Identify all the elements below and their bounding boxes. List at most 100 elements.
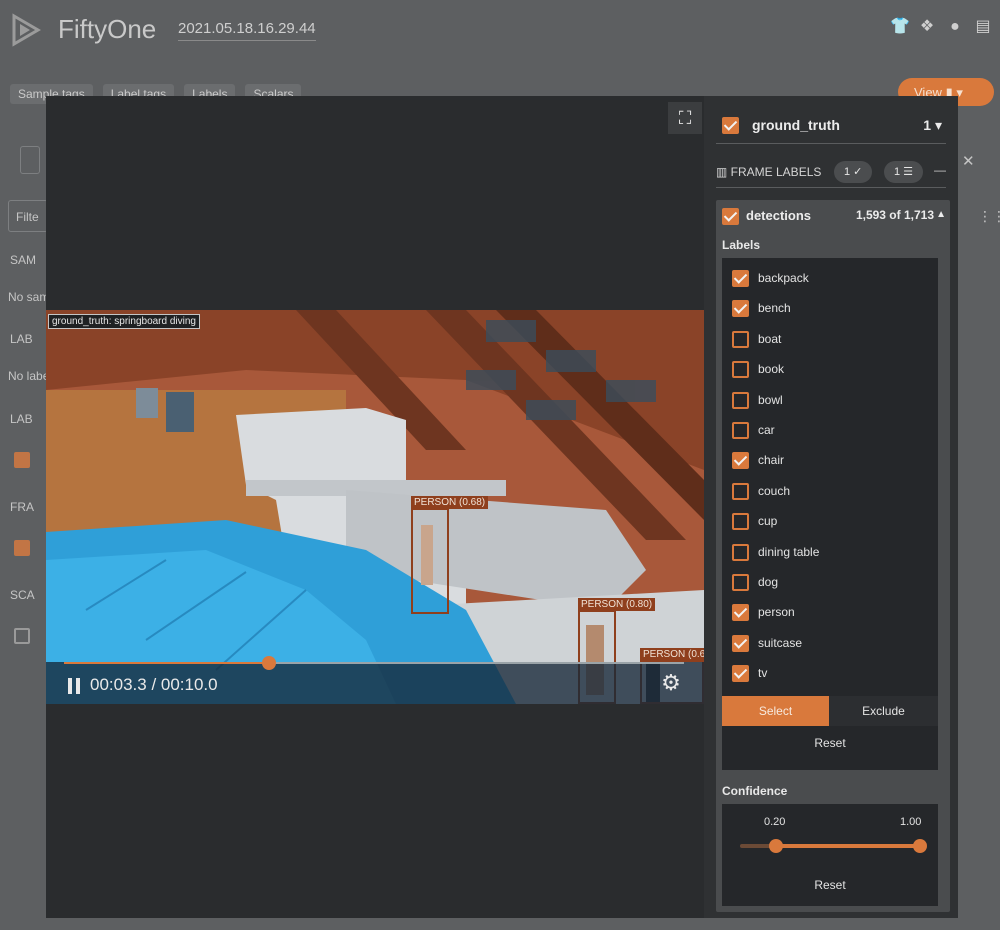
- confidence-min-label: 0.20: [764, 816, 786, 828]
- video-controls: 00:03.3 / 00:10.0 ⚙: [46, 656, 704, 704]
- section-scalars: SCA: [10, 588, 35, 602]
- detection-box[interactable]: [411, 508, 449, 614]
- detections-panel: detections 1,593 of 1,713 ▲ Labels tv sui…: [716, 200, 950, 912]
- label-option-row[interactable]: book: [732, 355, 932, 385]
- label-checkbox[interactable]: [732, 604, 749, 622]
- section-label-tags: LAB: [10, 332, 33, 346]
- reset-labels-button[interactable]: Reset: [722, 736, 938, 750]
- pause-icon[interactable]: [68, 678, 82, 694]
- detections-count: 1,593 of 1,713: [855, 208, 934, 222]
- label-option-row[interactable]: backpack: [732, 264, 932, 294]
- timeline-slider[interactable]: [64, 656, 684, 670]
- label-option-text: couch: [758, 483, 791, 498]
- label-checkbox[interactable]: [732, 330, 749, 348]
- empty-text: No sam: [8, 290, 50, 304]
- github-icon[interactable]: ●: [946, 18, 964, 36]
- label-option-text: book: [758, 362, 785, 377]
- detection-label: PERSON (0.80): [578, 598, 656, 611]
- bg-checkbox[interactable]: [14, 452, 30, 468]
- label-option-text: car: [758, 423, 775, 437]
- bg-checkbox[interactable]: [14, 540, 30, 556]
- pager-button[interactable]: [20, 146, 40, 174]
- filter-labels-pill[interactable]: 1 ☰: [884, 161, 924, 183]
- reset-confidence-button[interactable]: Reset: [722, 878, 938, 892]
- label-checkbox[interactable]: [732, 574, 749, 591]
- label-option-text: backpack: [758, 271, 809, 285]
- ground-truth-count[interactable]: 1 ▾: [923, 117, 942, 134]
- label-checkbox[interactable]: [732, 482, 749, 500]
- section-labels: LAB: [10, 412, 33, 426]
- bg-checkbox[interactable]: [14, 628, 30, 644]
- frame-labels-title: ▥ FRAME LABELS: [716, 165, 822, 179]
- section-frame-labels: FRA: [10, 500, 34, 514]
- label-option-row[interactable]: couch: [732, 477, 932, 507]
- confidence-title: Confidence: [722, 784, 788, 798]
- pill-count: 1: [844, 166, 851, 178]
- label-option-row[interactable]: bowl: [732, 386, 932, 416]
- sample-modal: ⛶ ground_truth: springboard diving PERSO…: [46, 96, 958, 918]
- label-checkbox[interactable]: [732, 452, 749, 470]
- label-option-text: suitcase: [758, 635, 803, 650]
- label-checkbox[interactable]: [732, 270, 749, 287]
- show-labels-pill[interactable]: 1 ✓: [834, 161, 873, 183]
- empty-text: No labe: [8, 369, 50, 383]
- label-option-row[interactable]: boat: [732, 325, 932, 355]
- confidence-max-label: 1.00: [900, 816, 922, 828]
- close-icon[interactable]: ✕: [962, 152, 975, 170]
- pill-count: 1: [894, 166, 901, 178]
- grid-icon[interactable]: ⋮⋮: [978, 208, 1000, 225]
- label-option-row[interactable]: cup: [732, 507, 932, 537]
- section-sample-tags: SAM: [10, 253, 37, 267]
- label-option-text: chair: [758, 453, 785, 468]
- label-option-row[interactable]: dining table: [732, 538, 932, 568]
- label-checkbox[interactable]: [732, 422, 749, 439]
- label-option-text: dog: [758, 575, 779, 589]
- tshirt-icon[interactable]: 👕: [890, 18, 910, 36]
- frame-labels-header: ▥ FRAME LABELS 1 ✓ 1 ☰ —: [716, 158, 946, 188]
- detections-checkbox[interactable]: [722, 208, 739, 225]
- chevron-up-icon[interactable]: ▲: [936, 209, 946, 220]
- label-option-text: dining table: [758, 544, 820, 559]
- timeline-handle[interactable]: [261, 656, 276, 670]
- fullscreen-icon[interactable]: ⛶: [668, 102, 702, 134]
- ground-truth-checkbox[interactable]: [722, 117, 739, 134]
- label-option-text: cup: [758, 514, 778, 529]
- labels-title: Labels: [722, 238, 761, 252]
- video-frame[interactable]: ground_truth: springboard diving PERSON …: [46, 310, 704, 704]
- select-button[interactable]: Select: [722, 696, 829, 726]
- confidence-slider[interactable]: [740, 839, 927, 853]
- app-title: FiftyOne: [58, 14, 157, 44]
- fiftyone-logo-icon: [12, 13, 41, 47]
- exclude-button[interactable]: Exclude: [829, 696, 938, 726]
- confidence-min-handle[interactable]: [769, 839, 783, 853]
- label-checkbox[interactable]: [732, 665, 749, 683]
- ground-truth-name: ground_truth: [752, 117, 840, 133]
- settings-gear-icon[interactable]: ⚙: [658, 670, 684, 696]
- label-checkbox[interactable]: [732, 300, 749, 318]
- label-checkbox[interactable]: [732, 391, 749, 409]
- label-checkbox[interactable]: [732, 543, 749, 561]
- ground-truth-count-value: 1: [923, 117, 932, 133]
- collapse-icon[interactable]: —: [934, 163, 946, 177]
- ground-truth-row[interactable]: ground_truth 1 ▾: [716, 108, 946, 144]
- slack-icon[interactable]: ❖: [918, 18, 936, 36]
- label-option-row[interactable]: chair: [732, 446, 932, 476]
- label-checkbox[interactable]: [732, 513, 749, 531]
- label-option-text: person: [758, 605, 795, 620]
- label-option-row[interactable]: suitcase: [732, 629, 932, 659]
- dataset-selector[interactable]: 2021.05.18.16.29.44: [178, 20, 316, 41]
- confidence-max-handle[interactable]: [913, 839, 927, 853]
- video-viewer[interactable]: ⛶ ground_truth: springboard diving PERSO…: [46, 96, 704, 918]
- label-option-row[interactable]: bench: [732, 294, 932, 324]
- label-option-row[interactable]: dog: [732, 568, 932, 598]
- label-option-row[interactable]: tv: [732, 659, 932, 689]
- label-checkbox[interactable]: [732, 634, 749, 652]
- label-option-row[interactable]: person: [732, 598, 932, 628]
- label-checkbox[interactable]: [732, 361, 749, 379]
- book-icon[interactable]: ▤: [974, 18, 992, 36]
- labels-list: tv suitcase person dog dining table cup couch c…: [722, 258, 938, 770]
- ground-truth-label: ground_truth: springboard diving: [48, 314, 200, 329]
- frame-labels-title-text: FRAME LABELS: [730, 165, 822, 179]
- label-option-row[interactable]: car: [732, 416, 932, 446]
- detection-label: PERSON (0.68): [411, 496, 489, 509]
